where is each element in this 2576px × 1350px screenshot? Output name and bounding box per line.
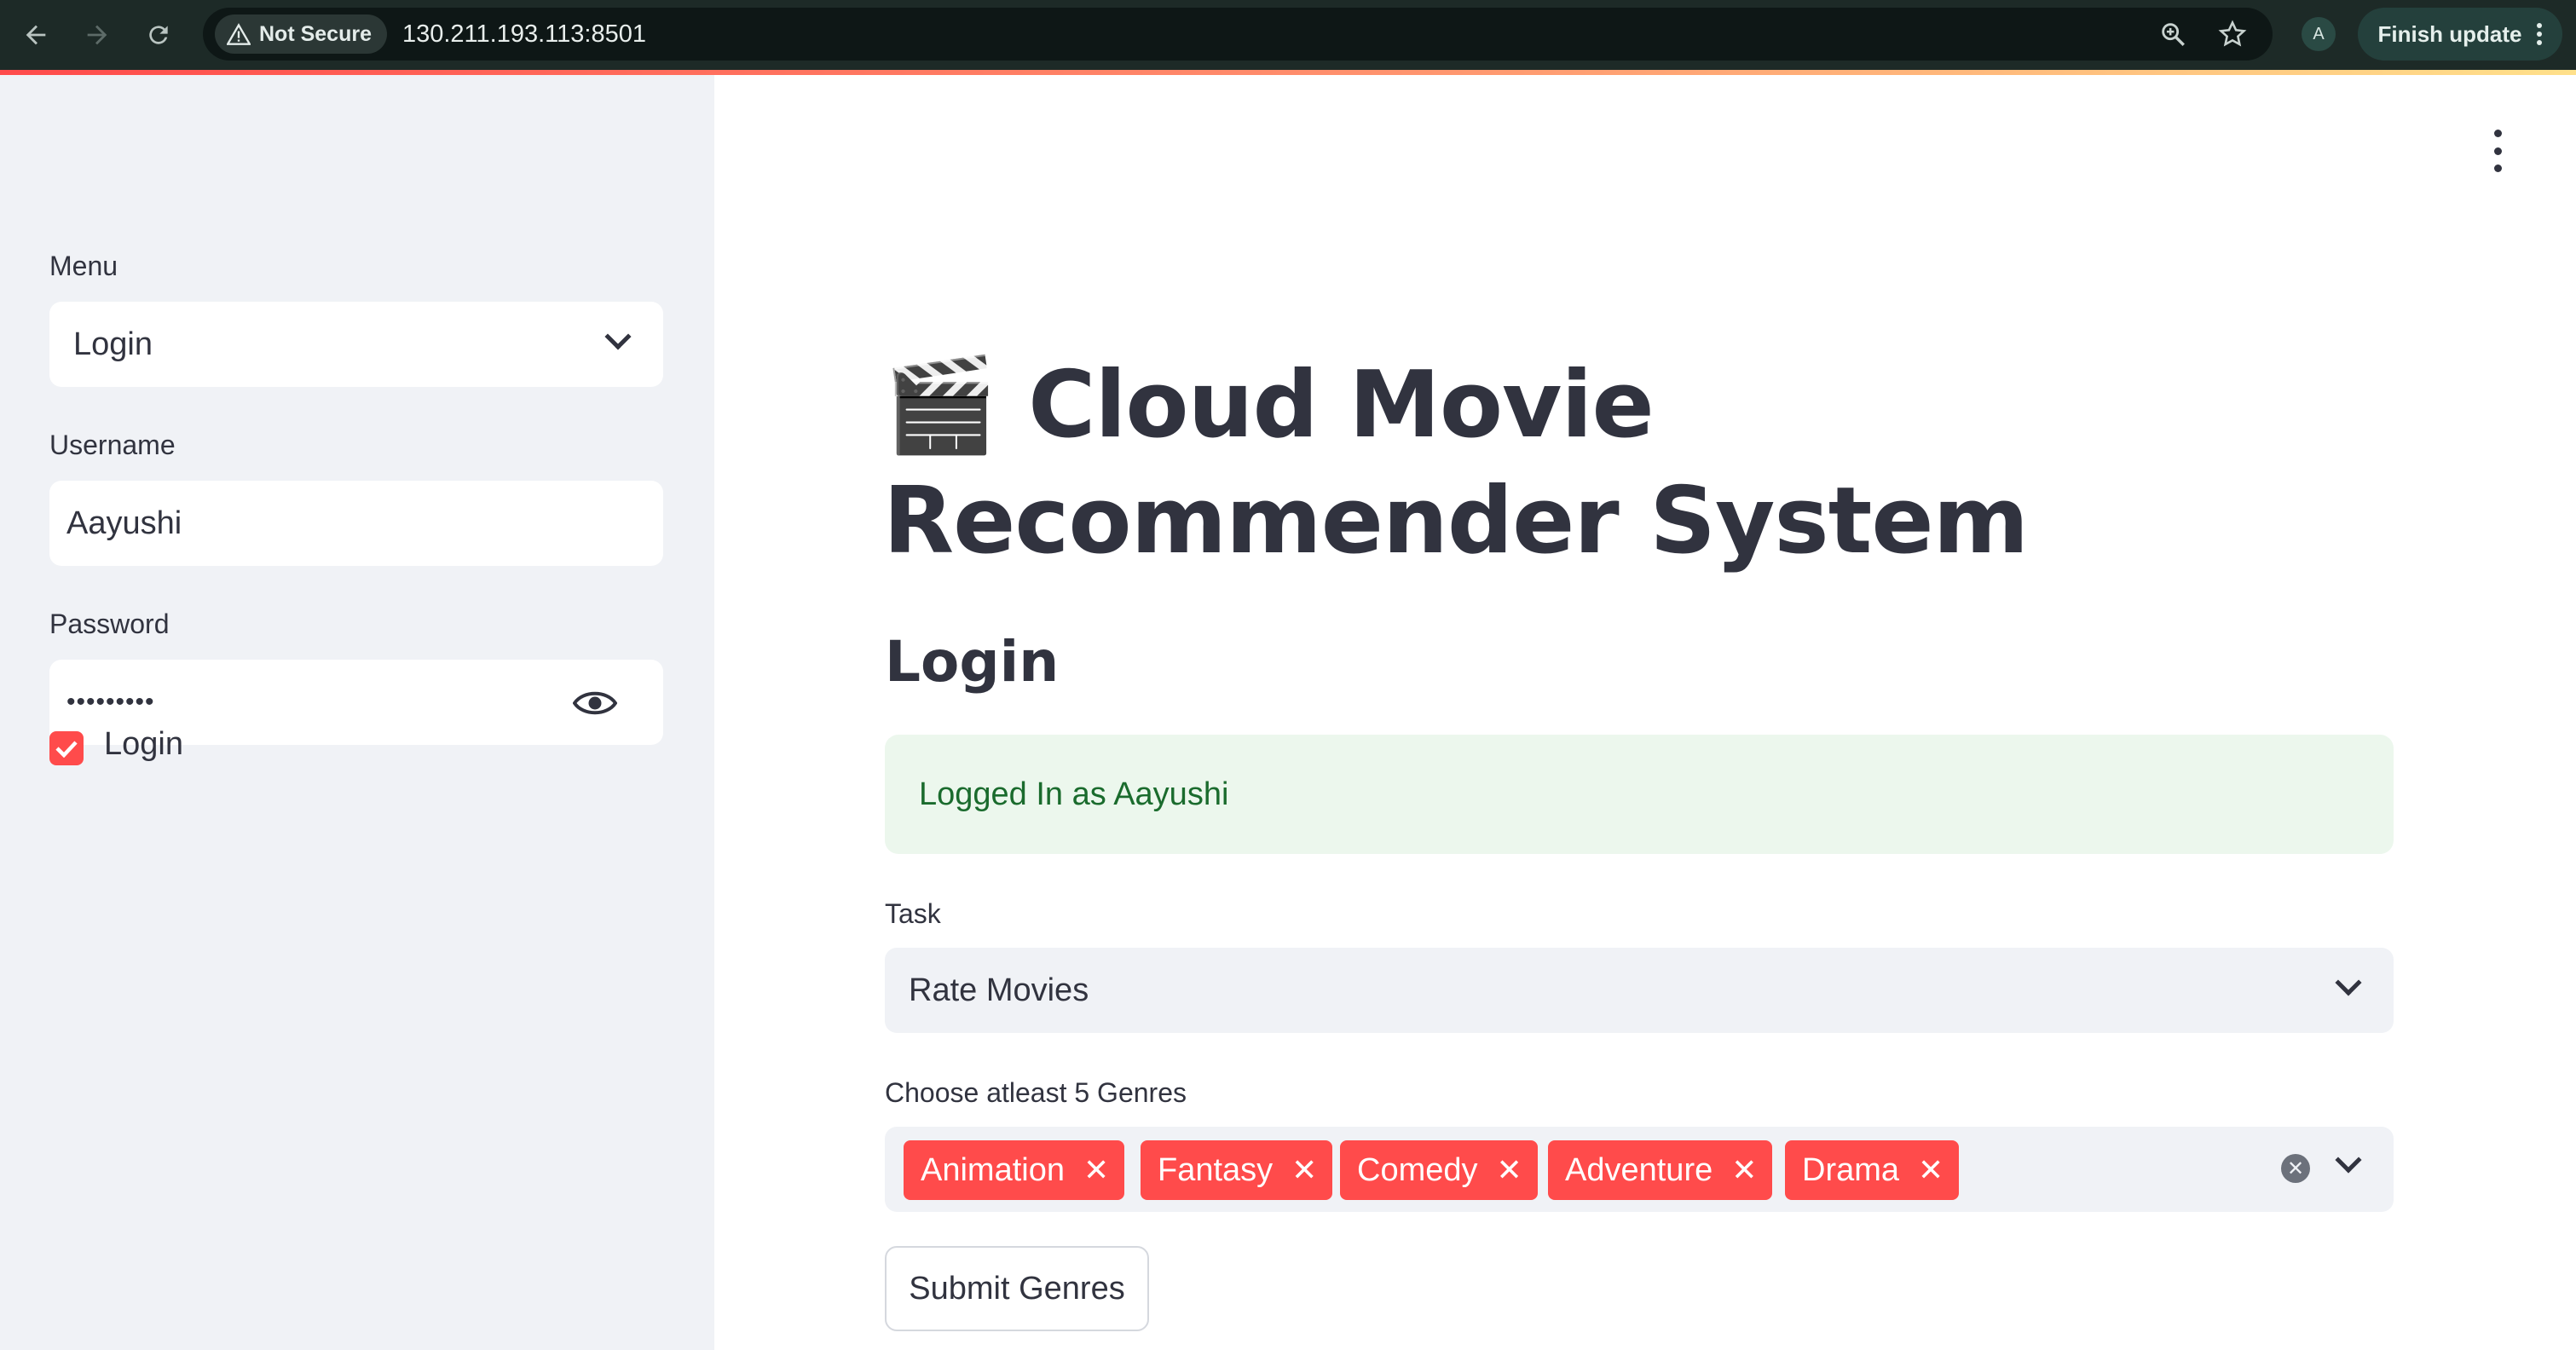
address-bar[interactable]: Not Secure 130.211.193.113:8501 (203, 8, 2273, 61)
page-title-text: Cloud Movie Recommender System (883, 352, 2029, 574)
username-value: Aayushi (66, 505, 182, 541)
page-title: 🎬 Cloud Movie Recommender System (883, 348, 2332, 580)
url-text[interactable]: 130.211.193.113:8501 (402, 20, 646, 49)
finish-update-label: Finish update (2377, 20, 2522, 47)
warning-icon (227, 23, 251, 45)
genre-tag[interactable]: Animation ✕ (904, 1140, 1125, 1200)
genre-tag[interactable]: Drama ✕ (1785, 1140, 1960, 1200)
chevron-down-icon (2335, 969, 2362, 996)
forward-button[interactable] (72, 9, 123, 61)
login-checkbox[interactable] (49, 731, 84, 765)
username-label: Username (49, 430, 176, 460)
security-indicator[interactable]: Not Secure (215, 14, 387, 54)
remove-tag-icon[interactable]: ✕ (1497, 1152, 1522, 1188)
back-button[interactable] (10, 9, 61, 61)
task-select-value: Rate Movies (909, 972, 1089, 1008)
bookmark-star-icon[interactable] (2218, 20, 2247, 49)
security-label: Not Secure (259, 21, 372, 46)
more-vertical-icon (2536, 23, 2542, 45)
submit-genres-button[interactable]: Submit Genres (885, 1246, 1149, 1331)
success-alert: Logged In as Aayushi (885, 735, 2394, 854)
genre-tag-label: Animation (921, 1151, 1065, 1188)
chevron-down-icon (604, 323, 632, 350)
remove-tag-icon[interactable]: ✕ (1291, 1152, 1317, 1188)
genre-tag-label: Fantasy (1158, 1151, 1274, 1188)
success-message: Logged In as Aayushi (919, 776, 1229, 812)
arrow-left-icon (26, 25, 46, 45)
genre-tag[interactable]: Fantasy ✕ (1141, 1140, 1333, 1200)
genres-label: Choose atleast 5 Genres (885, 1077, 1187, 1108)
menu-select[interactable]: Login (49, 302, 663, 387)
genre-tag-label: Drama (1802, 1151, 1900, 1188)
menu-dot (2493, 147, 2502, 155)
browser-toolbar: Not Secure 130.211.193.113:8501 A Finish… (0, 0, 2576, 70)
menu-dot (2493, 130, 2502, 137)
reload-button[interactable] (133, 9, 184, 61)
genre-tag-label: Comedy (1357, 1151, 1478, 1188)
clear-all-icon[interactable]: ✕ (2281, 1154, 2310, 1183)
login-checkbox-label[interactable]: Login (104, 726, 183, 763)
submit-genres-label: Submit Genres (909, 1270, 1125, 1307)
genre-tag-label: Adventure (1565, 1151, 1713, 1188)
eye-icon[interactable] (573, 689, 617, 718)
remove-tag-icon[interactable]: ✕ (1918, 1152, 1944, 1188)
zoom-icon[interactable] (2158, 20, 2187, 49)
main-menu-button[interactable] (2481, 130, 2515, 172)
task-label: Task (885, 898, 941, 929)
checkmark-icon (55, 741, 78, 758)
arrow-right-icon (87, 25, 107, 45)
menu-label: Menu (49, 251, 118, 281)
avatar-letter: A (2313, 24, 2325, 43)
reload-icon (149, 26, 168, 44)
username-input[interactable]: Aayushi (49, 481, 663, 566)
menu-dot (2493, 164, 2502, 172)
genre-tag[interactable]: Comedy ✕ (1340, 1140, 1538, 1200)
genres-multiselect[interactable]: Animation ✕ Fantasy ✕ Comedy ✕ Adventure… (885, 1127, 2394, 1212)
clapperboard-icon: 🎬 (883, 352, 997, 459)
password-value: ••••••••• (66, 688, 155, 716)
password-label: Password (49, 609, 170, 639)
menu-select-value: Login (73, 326, 153, 362)
finish-update-button[interactable]: Finish update (2358, 8, 2562, 61)
remove-tag-icon[interactable]: ✕ (1083, 1152, 1109, 1188)
genre-tag[interactable]: Adventure ✕ (1548, 1140, 1773, 1200)
remove-tag-icon[interactable]: ✕ (1731, 1152, 1757, 1188)
chevron-down-icon[interactable] (2335, 1146, 2362, 1174)
profile-avatar[interactable]: A (2302, 17, 2336, 51)
section-title: Login (885, 629, 1060, 695)
task-select[interactable]: Rate Movies (885, 948, 2394, 1033)
